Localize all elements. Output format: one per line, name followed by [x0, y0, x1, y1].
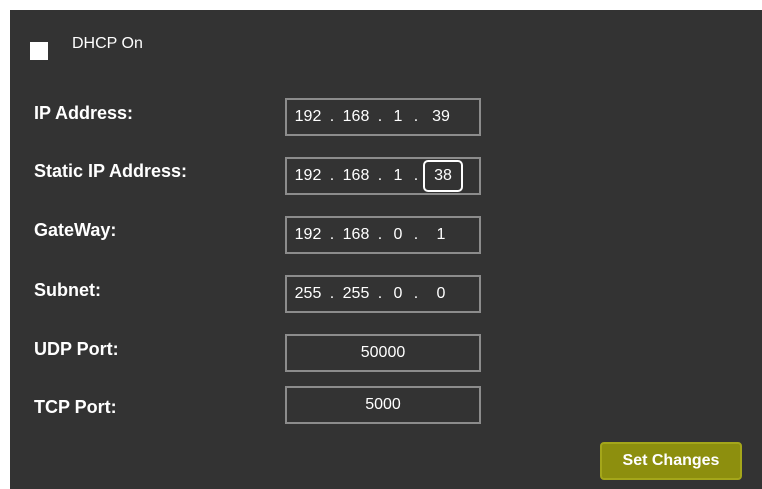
static-ip-field[interactable]: 192 . 168 . 1 . 38	[285, 157, 481, 195]
dhcp-toggle[interactable]: DHCP On	[30, 34, 143, 60]
ip-octet-1[interactable]: 192	[289, 108, 327, 126]
subnet-label: Subnet:	[34, 280, 101, 300]
gateway-octet-4[interactable]: 1	[421, 226, 461, 244]
subnet-octet-1[interactable]: 255	[289, 285, 327, 303]
dhcp-label: DHCP On	[72, 35, 143, 52]
separator: .	[413, 285, 419, 302]
ip-octet-4[interactable]: 39	[421, 108, 461, 126]
static-ip-octet-1[interactable]: 192	[289, 167, 327, 185]
udp-port-label: UDP Port:	[34, 339, 119, 359]
separator: .	[329, 108, 335, 125]
separator: .	[377, 108, 383, 125]
separator: .	[329, 285, 335, 302]
separator: .	[329, 226, 335, 243]
gateway-octet-1[interactable]: 192	[289, 226, 327, 244]
separator: .	[377, 285, 383, 302]
tcp-port-value[interactable]: 5000	[287, 388, 479, 422]
dhcp-checkbox[interactable]	[30, 42, 48, 60]
udp-port-value[interactable]: 50000	[287, 336, 479, 370]
separator: .	[413, 167, 419, 184]
ip-address-label: IP Address:	[34, 103, 134, 123]
set-changes-button[interactable]: Set Changes	[600, 442, 742, 480]
static-ip-octet-2[interactable]: 168	[337, 167, 375, 185]
static-ip-octet-3[interactable]: 1	[385, 167, 411, 185]
separator: .	[329, 167, 335, 184]
gateway-octet-2[interactable]: 168	[337, 226, 375, 244]
separator: .	[377, 226, 383, 243]
separator: .	[413, 108, 419, 125]
ip-octet-2[interactable]: 168	[337, 108, 375, 126]
static-ip-octet-4[interactable]: 38	[423, 160, 463, 192]
separator: .	[413, 226, 419, 243]
ip-address-field[interactable]: 192 . 168 . 1 . 39	[285, 98, 481, 136]
gateway-octet-3[interactable]: 0	[385, 226, 411, 244]
static-ip-label: Static IP Address:	[34, 161, 188, 181]
tcp-port-label: TCP Port:	[34, 397, 117, 417]
separator: .	[377, 167, 383, 184]
subnet-octet-3[interactable]: 0	[385, 285, 411, 303]
ip-octet-3[interactable]: 1	[385, 108, 411, 126]
tcp-port-field[interactable]: 5000	[285, 386, 481, 424]
subnet-octet-2[interactable]: 255	[337, 285, 375, 303]
subnet-octet-4[interactable]: 0	[421, 285, 461, 303]
udp-port-field[interactable]: 50000	[285, 334, 481, 372]
gateway-label: GateWay:	[34, 220, 117, 240]
subnet-field[interactable]: 255 . 255 . 0 . 0	[285, 275, 481, 313]
gateway-field[interactable]: 192 . 168 . 0 . 1	[285, 216, 481, 254]
